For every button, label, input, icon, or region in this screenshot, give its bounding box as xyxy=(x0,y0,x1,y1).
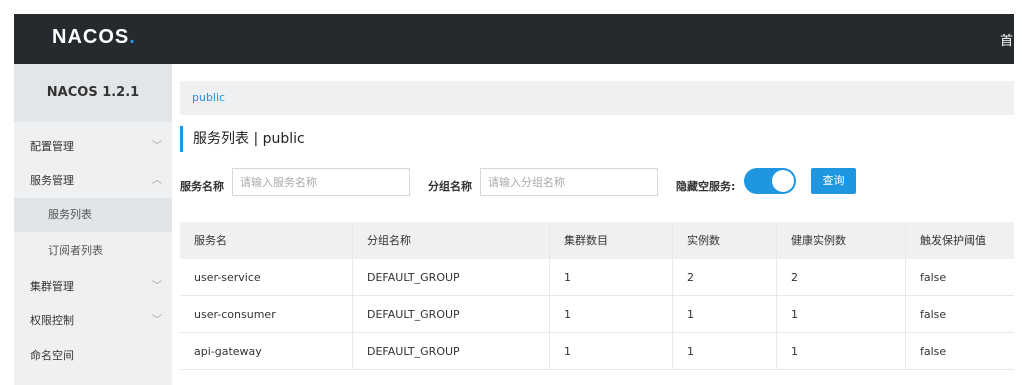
sidebar-item-label: 配置管理 xyxy=(30,140,74,153)
chevron-down-icon: ﹀ xyxy=(152,315,162,326)
top-header: NACOS. 首页 xyxy=(14,14,1014,64)
table-cell: 1 xyxy=(549,333,672,370)
sidebar-item-cluster[interactable]: 集群管理 ﹀ xyxy=(14,270,172,304)
table-row[interactable]: api-gateway DEFAULT_GROUP 1 1 1 false xyxy=(180,333,1014,370)
nav-home[interactable]: 首页 xyxy=(1000,30,1014,49)
sidebar-item-label: 权限控制 xyxy=(30,314,74,327)
sidebar-item-subscribers[interactable]: 订阅者列表 xyxy=(14,234,172,268)
sidebar-item-label: 服务管理 xyxy=(30,174,74,187)
sidebar-item-auth[interactable]: 权限控制 ﹀ xyxy=(14,304,172,338)
table-cell: DEFAULT_GROUP xyxy=(352,259,549,296)
group-name-input[interactable] xyxy=(480,168,658,196)
sidebar-item-label: 订阅者列表 xyxy=(48,244,103,257)
column-header[interactable]: 集群数目 xyxy=(549,222,672,259)
column-header[interactable]: 服务名 xyxy=(180,222,352,259)
sidebar-item-label: 服务列表 xyxy=(48,208,92,221)
table-cell: user-service xyxy=(194,271,261,284)
service-name-label: 服务名称 xyxy=(180,180,224,193)
column-header[interactable]: 分组名称 xyxy=(352,222,549,259)
sidebar-item-service[interactable]: 服务管理 ︿ xyxy=(14,164,172,198)
query-button[interactable]: 查询 xyxy=(811,168,856,194)
table-cell: false xyxy=(905,296,1014,333)
table-cell: 2 xyxy=(776,259,905,296)
column-header[interactable]: 实例数 xyxy=(672,222,776,259)
service-name-input[interactable] xyxy=(232,168,410,196)
table-cell: 2 xyxy=(672,259,776,296)
table-row[interactable]: user-consumer DEFAULT_GROUP 1 1 1 false xyxy=(180,296,1014,333)
table-cell: 1 xyxy=(549,296,672,333)
column-header[interactable]: 触发保护阈值 xyxy=(905,222,1014,259)
page-title: 服务列表 | public xyxy=(180,126,305,152)
nacos-logo[interactable]: NACOS. xyxy=(52,26,136,49)
table-cell: 1 xyxy=(672,333,776,370)
sidebar: NACOS 1.2.1 配置管理 ﹀ 服务管理 ︿ 服务列表 订阅者列表 集群管… xyxy=(14,64,172,385)
sidebar-item-label: 命名空间 xyxy=(30,349,74,362)
sidebar-item-service-list[interactable]: 服务列表 xyxy=(14,198,172,232)
table-cell: 1 xyxy=(776,333,905,370)
table-cell: DEFAULT_GROUP xyxy=(352,333,549,370)
group-name-label: 分组名称 xyxy=(428,180,472,193)
sidebar-title: NACOS 1.2.1 xyxy=(14,64,172,122)
table-cell: api-gateway xyxy=(194,345,262,358)
chevron-down-icon: ﹀ xyxy=(152,141,162,152)
toggle-knob xyxy=(772,170,794,192)
table-cell: 1 xyxy=(549,259,672,296)
sidebar-item-config[interactable]: 配置管理 ﹀ xyxy=(14,130,172,164)
chevron-up-icon: ︿ xyxy=(152,175,162,186)
table-cell: 1 xyxy=(672,296,776,333)
table-row[interactable]: user-service DEFAULT_GROUP 1 2 2 false xyxy=(180,259,1014,296)
table-cell: user-consumer xyxy=(194,308,276,321)
table-cell: false xyxy=(905,333,1014,370)
main-content: public 服务列表 | public 服务名称 分组名称 隐藏空服务: 查询… xyxy=(172,64,1014,385)
hide-empty-toggle[interactable] xyxy=(744,168,796,194)
sidebar-item-namespace[interactable]: 命名空间 xyxy=(14,339,172,373)
table-cell: 1 xyxy=(776,296,905,333)
hide-empty-label: 隐藏空服务: xyxy=(676,180,736,193)
column-header[interactable]: 健康实例数 xyxy=(776,222,905,259)
table-header: 服务名 分组名称 集群数目 实例数 健康实例数 触发保护阈值 xyxy=(180,222,1014,259)
sidebar-item-label: 集群管理 xyxy=(30,280,74,293)
chevron-down-icon: ﹀ xyxy=(152,281,162,292)
breadcrumb-namespace[interactable]: public xyxy=(192,91,225,104)
breadcrumb: public xyxy=(180,81,1014,115)
table-cell: false xyxy=(905,259,1014,296)
table-cell: DEFAULT_GROUP xyxy=(352,296,549,333)
